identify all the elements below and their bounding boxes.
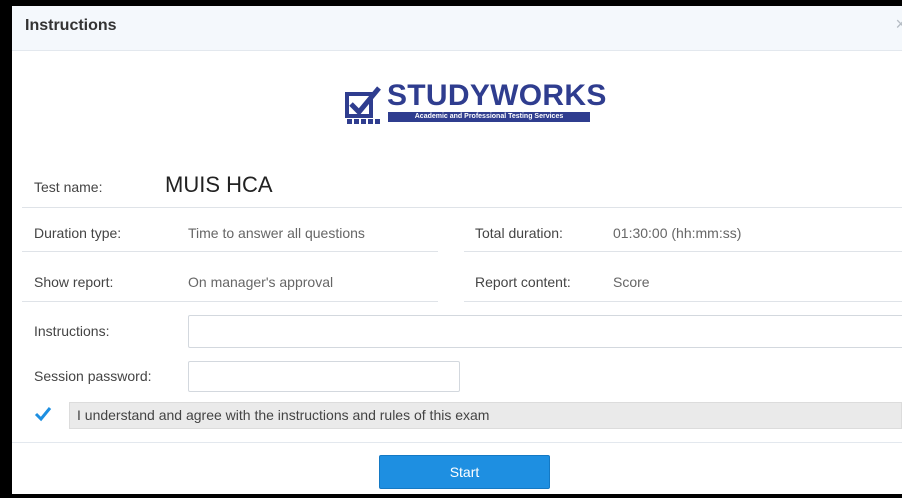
instructions-field[interactable] [188, 315, 902, 348]
duration-type-value: Time to answer all questions [188, 225, 365, 241]
report-content-label: Report content: [475, 274, 571, 290]
show-report-value: On manager's approval [188, 274, 334, 290]
logo-tagline: Academic and Professional Testing Servic… [388, 112, 590, 122]
logo-name: STUDYWORKS [387, 79, 607, 112]
session-password-field[interactable] [188, 361, 460, 392]
instructions-label: Instructions: [34, 323, 110, 339]
footer-divider [12, 442, 902, 443]
divider [22, 251, 438, 252]
session-password-label: Session password: [34, 368, 152, 384]
divider [22, 301, 438, 302]
divider [22, 207, 902, 208]
agree-text[interactable]: I understand and agree with the instruct… [69, 402, 902, 429]
checkbox-check-icon [345, 86, 381, 118]
divider [464, 301, 902, 302]
dialog-title: Instructions [25, 17, 117, 34]
instructions-dialog: Instructions × STUDYWORKS Academic and P… [12, 6, 902, 494]
logo-dots [347, 119, 380, 124]
agree-checkbox[interactable] [34, 405, 52, 423]
dialog-header: Instructions × [12, 6, 902, 51]
close-icon[interactable]: × [895, 14, 902, 35]
test-name-value: MUIS HCA [165, 172, 273, 197]
total-duration-value: 01:30:00 (hh:mm:ss) [613, 225, 742, 241]
start-button[interactable]: Start [379, 455, 550, 489]
divider [464, 251, 902, 252]
report-content-value: Score [613, 274, 650, 290]
duration-type-label: Duration type: [34, 225, 122, 241]
show-report-label: Show report: [34, 274, 114, 290]
total-duration-label: Total duration: [475, 225, 563, 241]
test-name-label: Test name: [34, 179, 103, 195]
studyworks-logo: STUDYWORKS Academic and Professional Tes… [345, 79, 606, 129]
